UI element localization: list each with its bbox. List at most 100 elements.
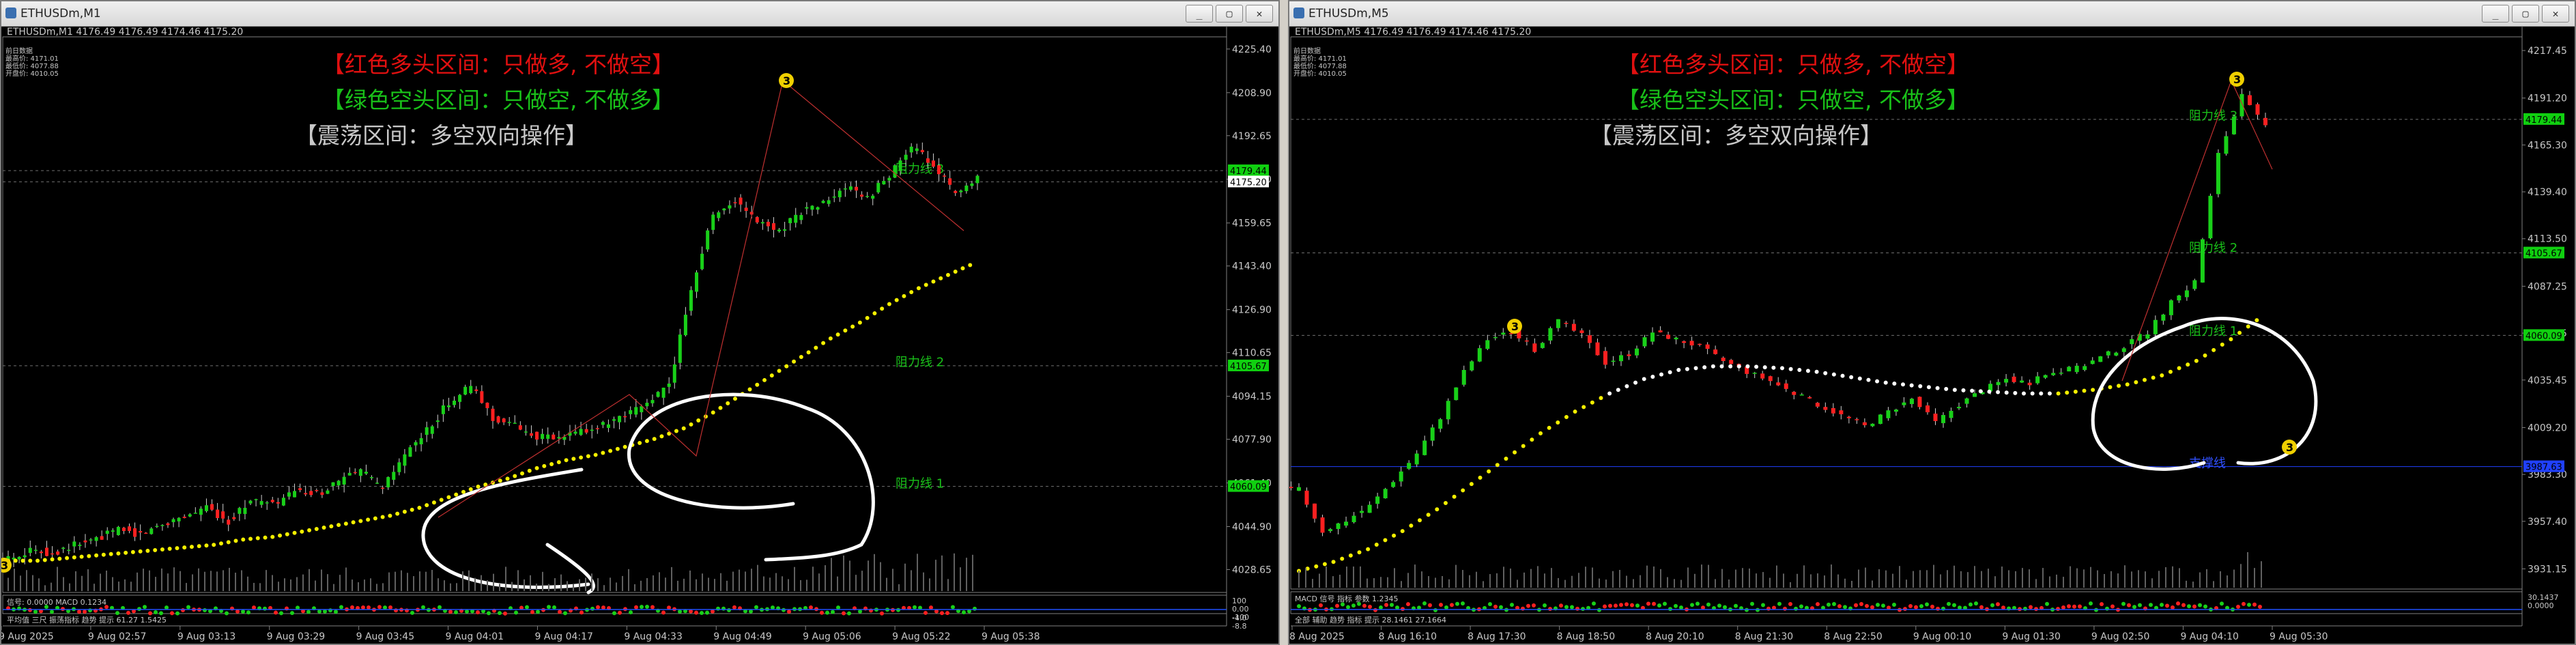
candle-body	[304, 493, 308, 495]
ma-dot	[960, 266, 965, 271]
signal-dot	[235, 609, 240, 614]
signal-dot	[2252, 602, 2257, 607]
candle-body	[2090, 360, 2095, 364]
resistance-label: 阻力线 3	[2189, 109, 2237, 123]
candle-body	[1768, 376, 1773, 382]
chart-header: ETHUSDm,M5 4176.49 4176.49 4174.46 4175.…	[1295, 27, 1531, 38]
signal-dot	[328, 608, 332, 613]
signal-dot	[2105, 606, 2109, 611]
ma-dot	[1857, 376, 1862, 381]
ma-dot	[1702, 365, 1707, 370]
signal-dot	[1368, 605, 1372, 610]
signal-dot	[1575, 606, 1579, 611]
ma-dot	[1452, 494, 1457, 499]
ma-dot	[1556, 420, 1560, 425]
candle-body	[706, 230, 710, 250]
candle-body	[397, 462, 401, 472]
ma-dot	[1418, 518, 1422, 523]
candle-body	[2051, 373, 2056, 375]
annotation-number: 3	[1, 559, 8, 572]
ma-dot	[138, 549, 143, 554]
ma-dot	[726, 401, 730, 405]
candle-body	[1627, 354, 1631, 356]
resistance-label: 阻力线 2	[2189, 241, 2237, 255]
ma-dot	[145, 548, 150, 553]
candle-body	[513, 422, 517, 424]
signal-dot	[1439, 603, 1443, 607]
ma-dot	[711, 410, 715, 415]
signal-dot	[1346, 605, 1350, 610]
chart-window-m5[interactable]: ETHUSDm,M5 _ ▢ ✕ ETHUSDm,M5 4176.49 4176…	[1288, 0, 2576, 645]
candle-body	[2020, 380, 2024, 383]
x-tick-label: 9 Aug 02:50	[2091, 631, 2150, 642]
ma-dot	[13, 558, 18, 563]
y-tick-label: 4217.45	[2528, 46, 2567, 57]
candle-body	[17, 556, 21, 560]
candle-body	[810, 205, 814, 210]
signal-dot	[787, 610, 791, 614]
candle-body	[89, 539, 93, 541]
window-titlebar[interactable]: ETHUSDm,M1 _ ▢ ✕	[1, 1, 1278, 27]
candle-body	[1689, 341, 1694, 346]
annotation-number: 3	[2233, 73, 2241, 86]
price-chart-m5[interactable]: ETHUSDm,M5 4176.49 4176.49 4174.46 4175.…	[1289, 26, 2575, 645]
candle-body	[381, 487, 385, 489]
ma-dot	[248, 536, 253, 541]
candle-body	[893, 165, 897, 178]
maximize-button[interactable]: ▢	[1216, 5, 1243, 23]
candle-body	[243, 508, 247, 515]
ma-dot	[1788, 367, 1793, 371]
ma-dot	[608, 448, 613, 453]
ma-dot	[109, 551, 113, 556]
candle-body	[2224, 136, 2229, 154]
signal-dot	[700, 611, 704, 616]
candle-body	[496, 416, 500, 423]
minimize-button[interactable]: _	[1186, 5, 1213, 23]
candle-body	[629, 410, 633, 414]
candle-body	[171, 519, 175, 523]
signal-dot	[711, 609, 715, 614]
ma-dot	[1340, 556, 1345, 561]
signal-dot	[1903, 607, 1907, 612]
close-button[interactable]: ✕	[1246, 5, 1273, 23]
ma-dot	[1374, 543, 1379, 547]
candle-body	[805, 207, 809, 209]
x-tick-label: 9 Aug 01:30	[2002, 631, 2061, 642]
candle-body	[1367, 504, 1372, 513]
ma-dot	[2022, 391, 2026, 396]
ma-dot	[461, 489, 466, 494]
close-button[interactable]: ✕	[2542, 5, 2569, 23]
candle-body	[160, 525, 164, 526]
signal-dot	[1390, 603, 1394, 607]
ma-dot	[2255, 318, 2259, 323]
candle-body	[166, 523, 170, 526]
ma-dot	[1348, 553, 1353, 558]
ma-dot	[902, 293, 906, 298]
window-titlebar[interactable]: ETHUSDm,M5 _ ▢ ✕	[1289, 1, 2575, 27]
chart-window-m1[interactable]: ETHUSDm,M1 _ ▢ ✕ ETHUSDm,M1 4176.49 4176…	[0, 0, 1280, 645]
candle-body	[2067, 367, 2072, 372]
candle-body	[2216, 153, 2220, 195]
annotation-number: 3	[2286, 441, 2293, 454]
y-tick-label: 4139.40	[2528, 187, 2567, 198]
ma-dot	[1366, 547, 1371, 551]
ma-dot	[263, 535, 268, 540]
signal-dot	[820, 610, 824, 615]
signal-dot	[83, 610, 87, 614]
signal-dot	[640, 605, 644, 610]
ma-dot	[1513, 450, 1517, 455]
candle-body	[39, 551, 43, 554]
hand-drawn-circle	[421, 468, 595, 594]
minimize-button[interactable]: _	[2482, 5, 2509, 23]
signal-dot	[33, 610, 38, 614]
price-chart-m1[interactable]: ETHUSDm,M1 4176.49 4176.49 4174.46 4175.…	[1, 26, 1278, 645]
candle-body	[678, 334, 682, 363]
signal-dot	[831, 610, 835, 614]
ma-dot	[28, 558, 33, 563]
maximize-button[interactable]: ▢	[2512, 5, 2539, 23]
signal-dot	[1608, 603, 1612, 608]
signal-dot	[1936, 606, 1940, 611]
signal-dot	[454, 610, 458, 615]
ma-dot	[124, 550, 128, 555]
signal-dot	[1614, 603, 1618, 608]
